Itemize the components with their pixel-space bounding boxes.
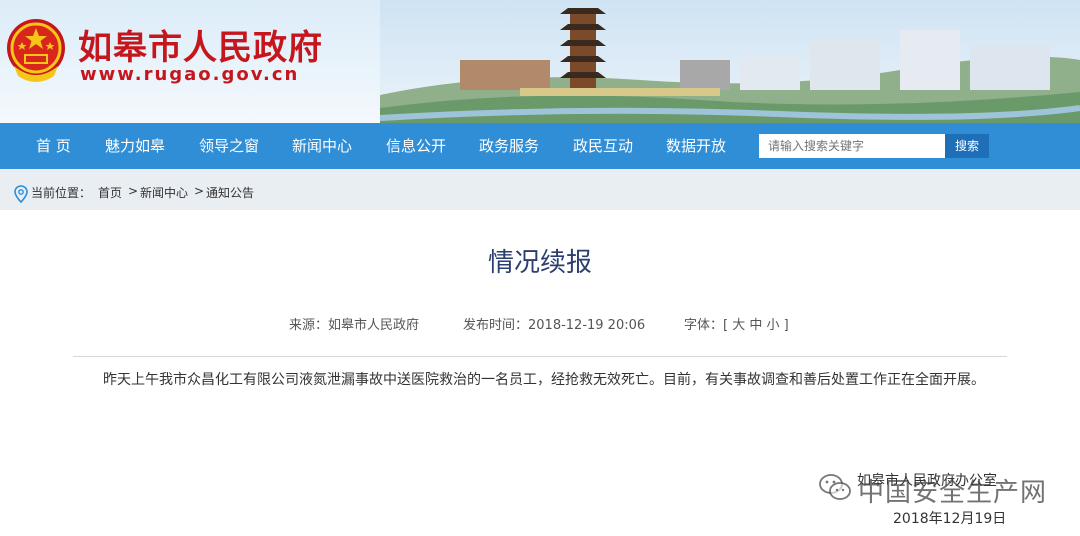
location-pin-icon	[14, 185, 28, 203]
nav-item-news-center[interactable]: 新闻中心	[292, 123, 352, 169]
article-publish-time: 发布时间：2018-12-19 20:06	[463, 318, 646, 333]
divider	[73, 356, 1007, 357]
font-size-control[interactable]: 字体：[ 大 中 小 ]	[684, 314, 789, 333]
search-input[interactable]	[759, 134, 945, 158]
article-body: 昨天上午我市众昌化工有限公司液氮泄漏事故中送医院救治的一名员工，经抢救无效死亡。…	[103, 372, 985, 388]
site-name[interactable]: 如皋市人民政府	[78, 20, 323, 69]
article-title: 情况续报	[487, 248, 592, 278]
breadcrumb-item-news-center[interactable]: 新闻中心	[140, 184, 188, 201]
search-button[interactable]: 搜索	[945, 134, 989, 158]
nav-item-home[interactable]: 首 页	[36, 123, 71, 169]
breadcrumb-separator: >	[194, 184, 205, 198]
nav-item-charm-rugao[interactable]: 魅力如皋	[105, 123, 165, 169]
site-url[interactable]: www.rugao.gov.cn	[80, 64, 299, 85]
nav-item-leadership[interactable]: 领导之窗	[199, 123, 259, 169]
national-emblem-icon	[7, 19, 65, 82]
breadcrumb-separator: >	[128, 184, 139, 198]
nav-item-open-data[interactable]: 数据开放	[666, 123, 726, 169]
nav-item-gov-services[interactable]: 政务服务	[479, 123, 539, 169]
breadcrumb-item-home[interactable]: 首页	[98, 184, 122, 201]
city-skyline-banner	[380, 0, 1080, 123]
breadcrumb-item-notices[interactable]: 通知公告	[206, 184, 254, 201]
article-date: 2018年12月19日	[893, 511, 1007, 527]
nav-item-interaction[interactable]: 政民互动	[573, 123, 633, 169]
wechat-icon	[819, 474, 851, 500]
watermark-text: 中国安全生产网	[858, 478, 1048, 508]
article-source: 来源：如皋市人民政府	[289, 318, 420, 333]
nav-item-info-disclosure[interactable]: 信息公开	[386, 123, 446, 169]
site-header: 如皋市人民政府 www.rugao.gov.cn	[0, 0, 1080, 123]
breadcrumb-prefix: 当前位置：	[31, 186, 92, 200]
